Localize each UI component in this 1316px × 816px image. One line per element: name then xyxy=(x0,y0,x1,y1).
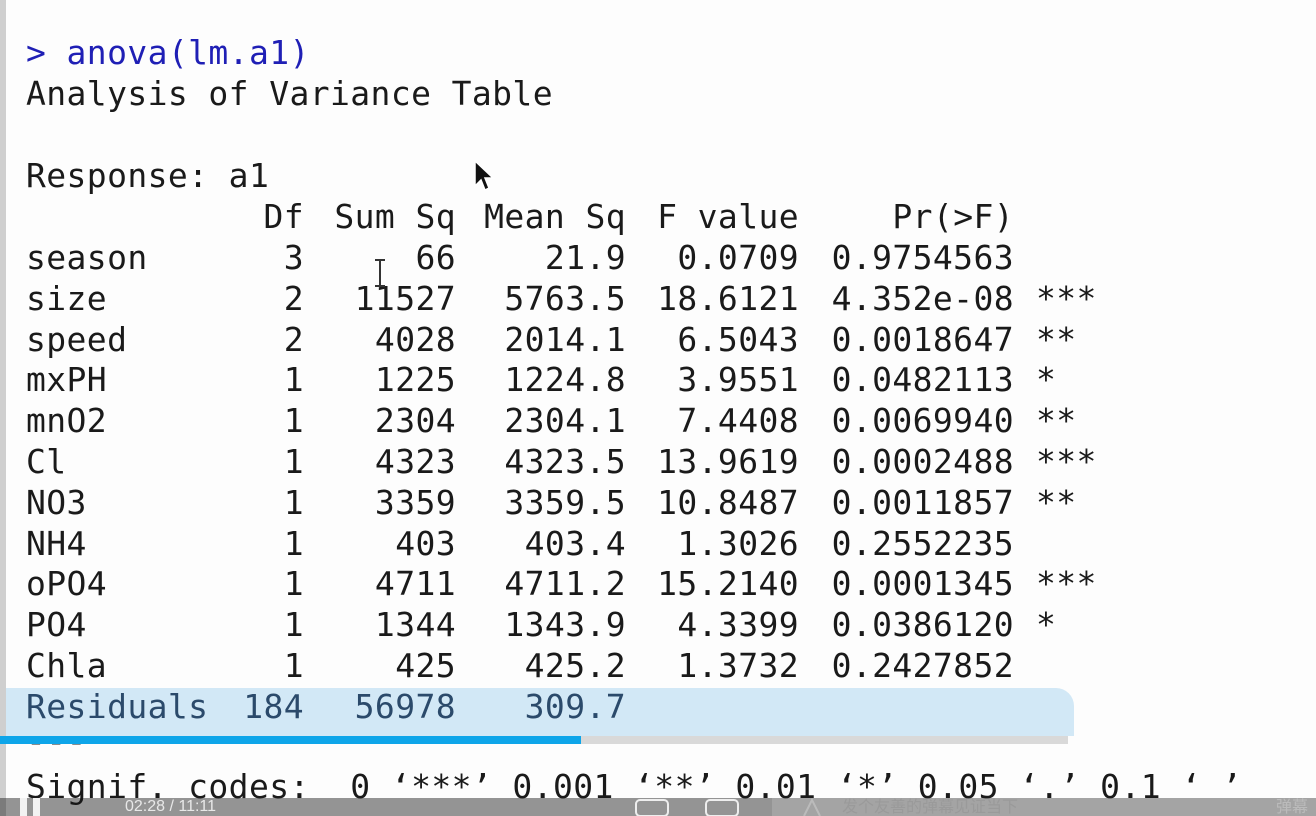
cell-signif: *** xyxy=(1036,442,1097,481)
header-pvalue: Pr(>F) xyxy=(892,197,1014,236)
cell-pvalue: 0.9754563 xyxy=(831,238,1014,277)
cell-pvalue: 0.2427852 xyxy=(831,646,1014,685)
console-command: > anova(lm.a1) xyxy=(26,33,310,72)
table-row: mnO2 1 2304 2304.1 7.4408 0.0069940 ** xyxy=(26,400,1126,441)
table-row: speed 2 4028 2014.1 6.5043 0.0018647 ** xyxy=(26,319,1126,360)
cell-signif: ** xyxy=(1036,401,1077,441)
table-row: size 2 11527 5763.5 18.6121 4.352e-08 *** xyxy=(26,278,1126,319)
r-console: > anova(lm.a1) Analysis of Variance Tabl… xyxy=(0,0,1316,816)
mouse-pointer-icon xyxy=(474,160,495,192)
cell-signif: * xyxy=(1036,605,1057,645)
danmu-settings-icon[interactable] xyxy=(702,798,742,816)
table-title: Analysis of Variance Table xyxy=(26,74,553,113)
cell-signif: *** xyxy=(1036,564,1097,604)
danmu-style-icon[interactable] xyxy=(800,798,824,816)
time-display: 02:28 / 11:11 xyxy=(125,798,217,815)
cell-pvalue: 0.0011857 xyxy=(831,482,1014,522)
cell-meansq: 309.7 xyxy=(524,686,626,726)
cell-pvalue: 0.2552235 xyxy=(831,523,1014,563)
cell-pvalue: 0.0002488 xyxy=(831,442,1014,481)
table-row: Residuals 184 56978 309.7 xyxy=(26,686,1126,727)
pause-icon[interactable] xyxy=(18,798,54,816)
response-line: Response: a1 xyxy=(26,156,270,195)
cell-signif: *** xyxy=(1036,278,1097,318)
table-header: Df Sum Sq Mean Sq F value Pr(>F) xyxy=(26,196,1126,237)
cell-pvalue: 0.0018647 xyxy=(831,319,1014,359)
danmu-input[interactable]: 发个友善的弹幕见证当下 弹幕 xyxy=(772,798,1316,816)
danmu-toggle-icon[interactable] xyxy=(632,798,672,816)
cell-signif: ** xyxy=(1036,319,1077,359)
danmu-send-button[interactable]: 弹幕 xyxy=(1276,798,1308,816)
table-row: Cl 1 4323 4323.5 13.9619 0.0002488 *** xyxy=(26,441,1126,482)
cell-pvalue: 4.352e-08 xyxy=(831,278,1014,318)
table-row: PO4 1 1344 1343.9 4.3399 0.0386120 * xyxy=(26,604,1126,645)
table-row: Chla 1 425 425.2 1.3732 0.2427852 xyxy=(26,645,1126,686)
table-row: NH4 1 403 403.4 1.3026 0.2552235 xyxy=(26,523,1126,564)
cell-signif: ** xyxy=(1036,482,1077,522)
cell-pvalue: 0.0069940 xyxy=(831,401,1014,441)
player-controls: 02:28 / 11:11 发个友善的弹幕见证当下 弹幕 xyxy=(0,798,1316,816)
table-row: oPO4 1 4711 4711.2 15.2140 0.0001345 *** xyxy=(26,563,1126,604)
table-row: season 3 66 21.9 0.0709 0.9754563 xyxy=(26,237,1126,278)
table-row: NO3 1 3359 3359.5 10.8487 0.0011857 ** xyxy=(26,482,1126,523)
video-progress-bar[interactable] xyxy=(0,736,1068,744)
danmu-placeholder: 发个友善的弹幕见证当下 xyxy=(842,797,1019,816)
cell-pvalue: 0.0386120 xyxy=(831,605,1014,645)
cell-signif: * xyxy=(1036,360,1057,400)
table-row: mxPH 1 1225 1224.8 3.9551 0.0482113 * xyxy=(26,359,1126,400)
video-progress-fill xyxy=(0,736,581,744)
text-caret-icon xyxy=(375,259,385,287)
cell-pvalue: 0.0001345 xyxy=(831,564,1014,604)
cell-pvalue: 0.0482113 xyxy=(831,360,1014,400)
